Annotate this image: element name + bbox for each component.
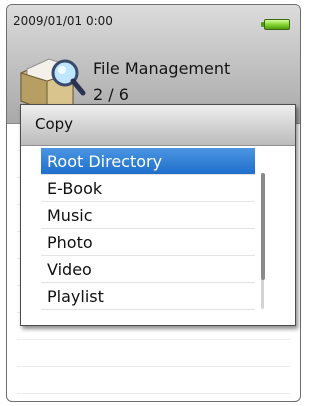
dialog-title: Copy bbox=[35, 115, 74, 133]
status-datetime: 2009/01/01 0:00 bbox=[13, 14, 113, 28]
dialog-header: Copy bbox=[21, 105, 295, 146]
copy-dialog: Copy Root Directory E-Book Music Photo V… bbox=[20, 104, 296, 326]
destination-list: Root Directory E-Book Music Photo Video … bbox=[41, 148, 255, 310]
battery-icon bbox=[261, 19, 290, 30]
scrollbar-thumb[interactable] bbox=[261, 173, 265, 280]
page-counter: 2 / 6 bbox=[93, 85, 129, 104]
menu-item-playlist[interactable]: Playlist bbox=[41, 283, 255, 310]
menu-item-video[interactable]: Video bbox=[41, 256, 255, 283]
menu-item-photo[interactable]: Photo bbox=[41, 229, 255, 256]
menu-item-e-book[interactable]: E-Book bbox=[41, 175, 255, 202]
list-divider bbox=[17, 393, 290, 394]
list-divider bbox=[17, 339, 290, 340]
list-divider bbox=[17, 366, 290, 367]
menu-item-music[interactable]: Music bbox=[41, 202, 255, 229]
menu-item-root-directory[interactable]: Root Directory bbox=[41, 148, 255, 175]
app-title: File Management bbox=[93, 59, 231, 78]
